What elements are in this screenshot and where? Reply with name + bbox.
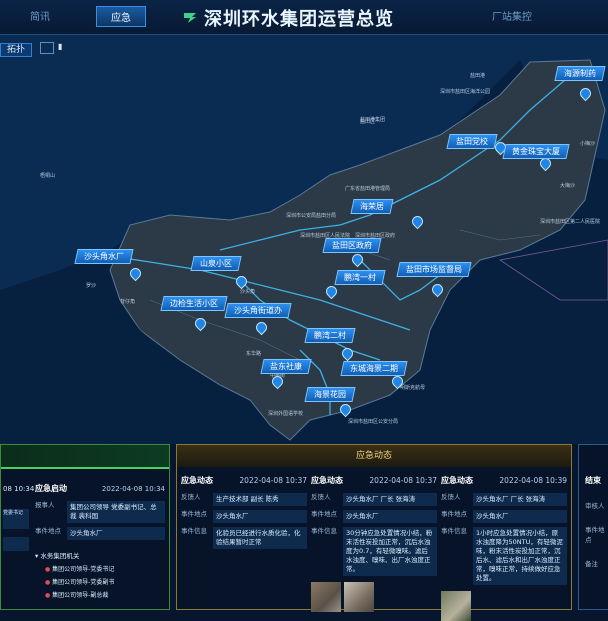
grid-view-icon[interactable]: [40, 42, 54, 54]
station-label[interactable]: 鹏湾二村: [304, 328, 356, 343]
panel-header: 应急动态: [177, 445, 571, 467]
station-label[interactable]: 沙头角街道办: [224, 303, 292, 318]
dynamics-card[interactable]: 应急动态 2022-04-08 10:37 反馈人 生产技术部 副长 陈秀 事件地点…: [181, 473, 307, 549]
map-place-label: 大梅沙: [560, 183, 576, 189]
partial-cell-empty: [3, 537, 29, 551]
card-date: 2022-04-08 10:39: [499, 476, 567, 485]
location-label: 事件地点: [181, 510, 207, 518]
reporter-value: 集团公司领导 党委副书记、总裁 裴科国: [67, 501, 165, 523]
start-card: 应急启动 2022-04-08 10:34 报事人 集团公司领导 党委副书记、总裁…: [35, 481, 165, 599]
map-place-label: 盐田区: [360, 119, 376, 125]
reporter-label: 反馈人: [311, 493, 331, 501]
station-label[interactable]: 海景花园: [304, 387, 356, 402]
card-title: 应急动态: [311, 476, 343, 485]
map-place-label: 深圳市盐田区公安分局: [348, 419, 399, 425]
info-label: 事件信息: [181, 527, 207, 535]
chart-view-icon[interactable]: ▮: [58, 42, 68, 52]
location-label: 事件地点: [311, 510, 337, 518]
location-label: 事件地点: [35, 527, 61, 535]
end-panel-label: 审核人: [585, 502, 605, 510]
map-place-label: 盐田港: [470, 73, 486, 79]
info-label: 事件信息: [311, 527, 337, 535]
station-label[interactable]: 边检生活小区: [160, 296, 228, 311]
reporter-label: 反馈人: [441, 493, 461, 501]
end-panel-label: 事件地点: [585, 526, 605, 544]
station-label[interactable]: 黄金珠宝大厦: [502, 144, 570, 159]
location-value: 沙头角水厂: [67, 527, 165, 540]
station-label[interactable]: 海源制药: [554, 66, 606, 81]
info-value: 30分钟应急处置情况小结，粉末活性炭投加正常，沉后水浊度为0.7，有轻微嗅味。滤…: [343, 527, 437, 576]
org-tree-root[interactable]: ▾ 水务集团机关: [35, 550, 165, 560]
partial-cell: 党委书记: [3, 509, 29, 529]
card-title: 应急动态: [181, 476, 213, 485]
start-card-date: 2022-04-08 10:34: [101, 485, 165, 493]
map-place-label: 东华路: [246, 351, 262, 357]
info-label: 事件信息: [441, 527, 467, 535]
org-tree-item[interactable]: ● 集团公司领导-党委书记: [45, 564, 165, 573]
card-date: 2022-04-08 10:37: [239, 476, 307, 485]
map-place-label: 背仔角: [120, 299, 136, 305]
tab-emergency[interactable]: 应急: [96, 6, 146, 27]
location-value: 沙头角水厂: [213, 510, 307, 523]
station-label[interactable]: 盐田区政府: [322, 238, 382, 253]
partial-date: 08 10:34: [3, 485, 35, 493]
map-place-label: 广东省盐田港管理局: [345, 186, 391, 192]
station-label[interactable]: 盐田党校: [446, 134, 498, 149]
map-place-label: 明斯克航母: [400, 385, 426, 391]
card-title: 应急动态: [441, 476, 473, 485]
company-logo-icon: [184, 13, 196, 23]
map-place-label: 罗沙: [86, 283, 97, 289]
map-place-label: 深圳外国语学校: [268, 411, 304, 417]
station-label[interactable]: 沙头角水厂: [74, 249, 134, 264]
station-label[interactable]: 鹏湾一村: [334, 270, 386, 285]
location-value: 沙头角水厂: [473, 510, 567, 523]
end-panel-label: 备注: [585, 560, 598, 568]
start-card-title: 应急启动: [35, 484, 67, 493]
location-value: 沙头角水厂: [343, 510, 437, 523]
page-title: 深圳环水集团运营总览: [204, 9, 394, 30]
map-place-label: 深圳市盐田区第二人民医院: [540, 219, 601, 225]
topology-button-label: 拓扑: [0, 43, 33, 57]
emergency-dynamics-panel: 应急动态 应急动态 2022-04-08 10:37 反馈人 生产技术部 副长 陈秀…: [176, 444, 572, 621]
info-value: 化验员已经进行水质化验，化验结果暂时正常: [213, 527, 307, 549]
end-panel-title: 结束: [585, 476, 601, 485]
station-label[interactable]: 盐田市场监督局: [396, 262, 472, 277]
top-header: 简讯 应急 深圳环水集团运营总览 厂站集控: [0, 0, 608, 35]
dynamics-card[interactable]: 应急动态 2022-04-08 10:39 反馈人 沙头角水厂 厂长 张海涛 事件地…: [441, 473, 567, 621]
photo-strip: [441, 591, 567, 621]
site-photo[interactable]: [441, 591, 471, 621]
info-value: 1小时应急处置情况小结，原水浊度降为50NTU，有轻微泥味，粉末活性炭投加正常，…: [473, 527, 567, 585]
location-label: 事件地点: [441, 510, 467, 518]
station-label[interactable]: 山泉小区: [190, 256, 242, 271]
station-label[interactable]: 东城海景二期: [340, 361, 408, 376]
tab-plant-control[interactable]: 厂站集控: [492, 8, 532, 23]
reporter-label: 报事人: [35, 501, 55, 509]
tab-news[interactable]: 简讯: [30, 8, 50, 23]
dynamics-card[interactable]: 应急动态 2022-04-08 10:37 反馈人 沙头角水厂 厂长 张海涛 事件地…: [311, 473, 437, 612]
reporter-value: 生产技术部 副长 陈秀: [213, 493, 307, 506]
map-place-label: 深圳市盐田区海洋公园: [440, 89, 491, 95]
topology-button[interactable]: 拓扑: [0, 42, 33, 57]
map-place-label: 梧桐山: [40, 173, 56, 179]
station-label[interactable]: 盐东社康: [260, 359, 312, 374]
panel-header-bar: [1, 445, 169, 469]
reporter-value: 沙头角水厂 厂长 张海涛: [473, 493, 567, 506]
map-place-label: 小梅沙: [580, 141, 596, 147]
station-label[interactable]: 海荣居: [350, 199, 394, 214]
org-tree-item[interactable]: ● 集团公司领导-党委副书: [45, 577, 165, 586]
reporter-value: 沙头角水厂 厂长 张海涛: [343, 493, 437, 506]
map-place-label: 深圳市公安局盐田分局: [286, 213, 337, 219]
card-date: 2022-04-08 10:37: [369, 476, 437, 485]
map-place-label: 沙头角: [240, 289, 256, 295]
org-tree-item[interactable]: ● 集团公司领导-副总裁: [45, 590, 165, 599]
end-panel: 结束 审核人 事件地点 备注: [578, 444, 608, 610]
emergency-start-panel: 08 10:34 党委书记 应急启动 2022-04-08 10:34 报事人 集…: [0, 444, 170, 610]
reporter-label: 反馈人: [181, 493, 201, 501]
